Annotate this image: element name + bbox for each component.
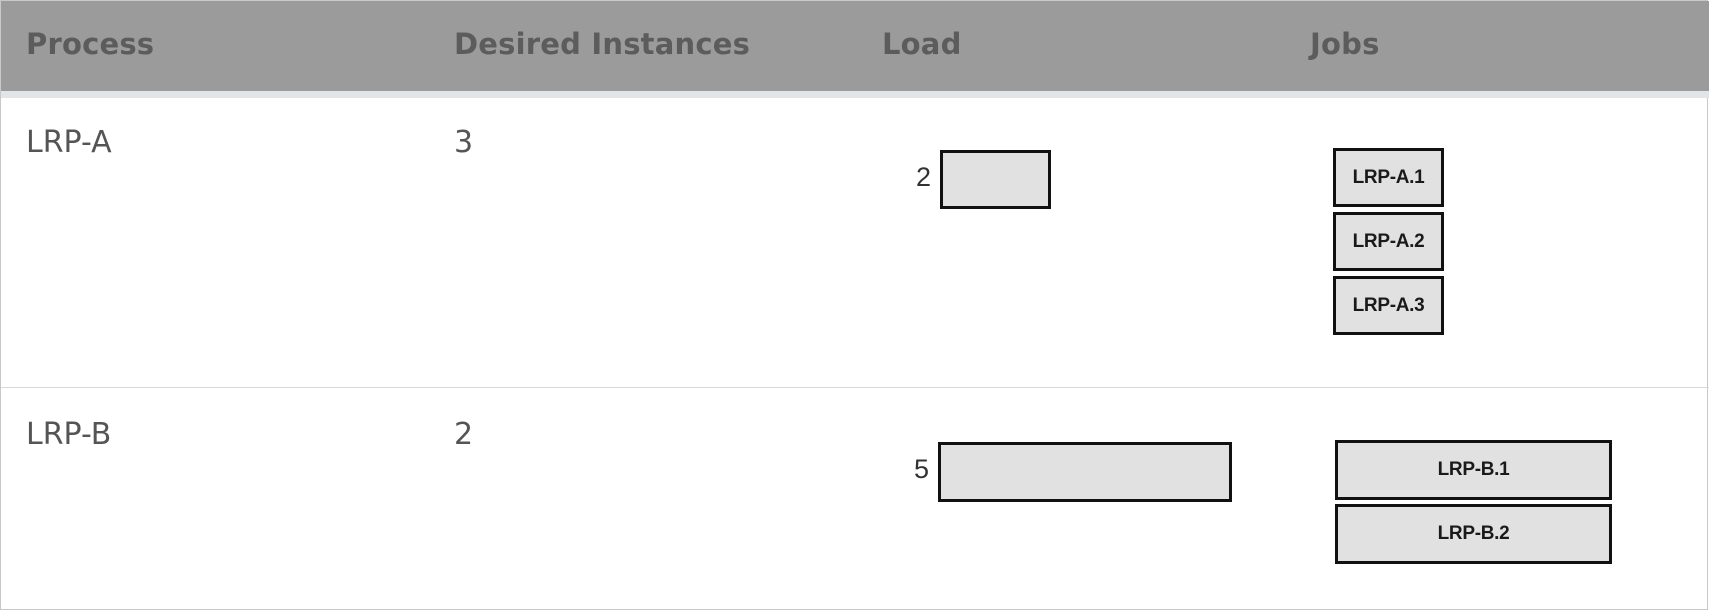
- job-box[interactable]: LRP-A.1: [1333, 148, 1444, 207]
- process-name: LRP-B: [26, 417, 112, 452]
- job-box[interactable]: LRP-B.1: [1335, 440, 1612, 500]
- load-bar: [940, 150, 1051, 209]
- column-header-desired-instances[interactable]: Desired Instances: [454, 27, 750, 61]
- job-box[interactable]: LRP-A.3: [1333, 276, 1444, 335]
- load-count: 2: [916, 162, 932, 192]
- process-name: LRP-A: [26, 125, 112, 160]
- header-divider: [1, 91, 1709, 98]
- process-table: Process Desired Instances Load Jobs LRP-…: [0, 0, 1709, 610]
- column-header-load[interactable]: Load: [882, 27, 962, 61]
- column-header-process[interactable]: Process: [26, 27, 154, 61]
- job-box[interactable]: LRP-A.2: [1333, 212, 1444, 271]
- load-bar: [938, 442, 1232, 502]
- job-box[interactable]: LRP-B.2: [1335, 504, 1612, 564]
- row-divider: [1, 387, 1709, 388]
- column-header-jobs[interactable]: Jobs: [1310, 27, 1380, 61]
- load-count: 5: [914, 454, 930, 484]
- table-header: Process Desired Instances Load Jobs: [1, 1, 1709, 91]
- desired-instances-value: 3: [454, 125, 474, 160]
- desired-instances-value: 2: [454, 417, 474, 452]
